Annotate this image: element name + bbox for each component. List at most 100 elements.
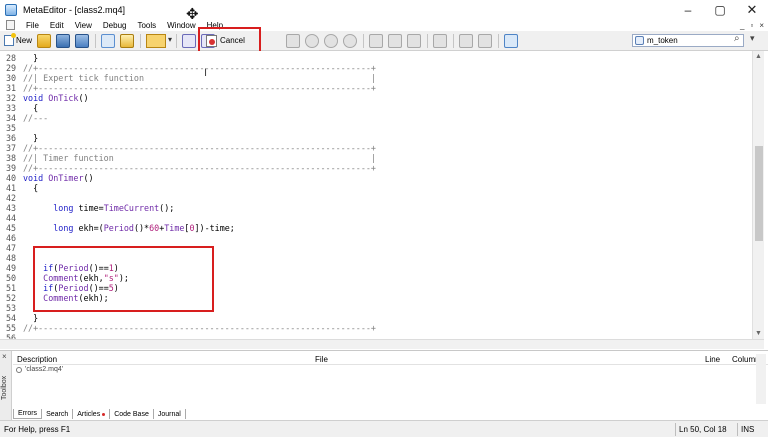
code-line[interactable]: 33 { <box>0 103 752 113</box>
code-text[interactable]: //+-------------------------------------… <box>23 323 376 333</box>
tab-code-base[interactable]: Code Base <box>110 409 154 419</box>
code-line[interactable]: 55 //+-----------------------------------… <box>0 323 752 333</box>
search-icon[interactable]: ⌕ <box>734 33 740 44</box>
doc-close-button[interactable]: × <box>759 21 764 30</box>
code-line[interactable]: 54 } <box>0 313 752 323</box>
new-button[interactable]: New <box>4 33 32 46</box>
step-into-icon[interactable] <box>369 33 384 48</box>
doc-restore-button[interactable]: ▫ <box>750 21 753 30</box>
table-row[interactable]: 'class2.mq4' <box>16 366 63 373</box>
menu-tools[interactable]: Tools <box>137 21 156 30</box>
watch-icon[interactable] <box>478 33 493 48</box>
code-line[interactable]: 32 void OnTick() <box>0 93 752 103</box>
minimize-button[interactable]: – <box>672 0 704 20</box>
code-line[interactable]: 43 long time=TimeCurrent(); <box>0 203 752 213</box>
menu-file[interactable]: File <box>26 21 39 30</box>
code-line[interactable]: 35 <box>0 123 752 133</box>
document-icon[interactable] <box>6 20 15 30</box>
compile-icon[interactable] <box>182 33 197 48</box>
save-icon[interactable] <box>56 33 71 48</box>
search-input[interactable]: m_token <box>647 36 678 45</box>
toolbar-overflow-arrow-icon[interactable]: ▾ <box>750 33 755 44</box>
tab-journal[interactable]: Journal <box>154 409 186 419</box>
tab-articles[interactable]: Articles <box>73 409 111 419</box>
start-debug-icon[interactable] <box>305 33 320 48</box>
code-line[interactable]: 34 //--- <box>0 113 752 123</box>
code-text[interactable]: { <box>23 183 38 193</box>
line-number: 49 <box>6 263 17 273</box>
code-line[interactable]: 40 void OnTimer() <box>0 173 752 183</box>
row-description: 'class2.mq4' <box>25 366 64 373</box>
scrollbar-thumb[interactable] <box>755 146 763 241</box>
menu-view[interactable]: View <box>75 21 92 30</box>
toolbox-scrollbar[interactable] <box>756 354 766 404</box>
toolbox-close-icon[interactable]: × <box>2 352 7 361</box>
code-text[interactable]: { <box>23 103 38 113</box>
column-file[interactable]: File <box>315 355 328 364</box>
menu-edit[interactable]: Edit <box>50 21 64 30</box>
code-line[interactable]: 36 } <box>0 133 752 143</box>
code-text[interactable]: //| Timer function | <box>23 153 376 163</box>
navigator-icon[interactable] <box>101 33 116 48</box>
code-text[interactable]: //| Expert tick function | <box>23 73 376 83</box>
breakpoint-icon[interactable] <box>433 33 448 48</box>
code-line[interactable]: 30 //| Expert tick function | <box>0 73 752 83</box>
tab-errors[interactable]: Errors <box>13 409 43 419</box>
code-text[interactable]: long ekh=(Period()*60+Time[0])-time; <box>23 223 235 233</box>
tab-code-base-label: Code Base <box>114 410 149 418</box>
toolbox-toggle-icon[interactable] <box>120 33 135 48</box>
code-line[interactable]: 31 //+-----------------------------------… <box>0 83 752 93</box>
search-box[interactable]: m_token <box>632 34 744 47</box>
code-text[interactable]: } <box>23 313 38 323</box>
open-folder-icon[interactable] <box>37 33 52 48</box>
maximize-button[interactable]: ▢ <box>704 0 736 20</box>
line-number: 55 <box>6 323 17 333</box>
line-number: 52 <box>6 293 17 303</box>
styler-dropdown-icon[interactable] <box>146 33 172 48</box>
doc-minimize-button[interactable]: _ <box>740 21 744 30</box>
code-text[interactable]: void OnTimer() <box>23 173 94 183</box>
calendar-icon[interactable] <box>504 33 519 48</box>
profile-icon[interactable] <box>459 33 474 48</box>
menu-debug[interactable]: Debug <box>103 21 127 30</box>
save-all-icon[interactable] <box>75 33 90 48</box>
code-text[interactable]: //+-------------------------------------… <box>23 143 376 153</box>
column-line[interactable]: Line <box>705 355 720 364</box>
code-text[interactable]: //+-------------------------------------… <box>23 163 376 173</box>
scroll-down-icon[interactable]: ▼ <box>755 330 762 337</box>
document-controls: _ ▫ × <box>740 19 764 31</box>
line-number: 47 <box>6 243 17 253</box>
scroll-up-icon[interactable]: ▲ <box>755 53 762 60</box>
code-text[interactable]: //+-------------------------------------… <box>23 63 376 73</box>
code-line[interactable]: 38 //| Timer function | <box>0 153 752 163</box>
code-text[interactable]: long time=TimeCurrent(); <box>23 203 174 213</box>
code-text[interactable]: //+-------------------------------------… <box>23 83 376 93</box>
step-out-icon[interactable] <box>407 33 422 48</box>
stop-debug-icon[interactable] <box>343 33 358 48</box>
code-text[interactable]: } <box>23 53 38 63</box>
step-over-icon[interactable] <box>388 33 403 48</box>
code-text[interactable]: } <box>23 133 38 143</box>
line-number: 54 <box>6 313 17 323</box>
code-line[interactable]: 28 } <box>0 53 752 63</box>
code-line[interactable]: 29 //+-----------------------------------… <box>0 63 752 73</box>
code-line[interactable]: 37 //+-----------------------------------… <box>0 143 752 153</box>
code-text[interactable]: void OnTick() <box>23 93 89 103</box>
code-line[interactable]: 45 long ekh=(Period()*60+Time[0])-time; <box>0 223 752 233</box>
tab-search[interactable]: Search <box>42 409 74 419</box>
editor-horizontal-scrollbar[interactable] <box>0 339 764 349</box>
code-line[interactable]: 39 //+-----------------------------------… <box>0 163 752 173</box>
line-number: 42 <box>6 193 17 203</box>
close-button[interactable]: ✕ <box>736 0 768 20</box>
code-line[interactable]: 44 <box>0 213 752 223</box>
pause-debug-icon[interactable] <box>324 33 339 48</box>
column-description[interactable]: Description <box>17 355 57 364</box>
status-divider <box>675 423 676 436</box>
code-line[interactable]: 41 { <box>0 183 752 193</box>
step-back-icon[interactable] <box>286 33 301 48</box>
menu-window[interactable]: Window <box>167 21 195 30</box>
editor-vertical-scrollbar[interactable]: ▲ ▼ <box>752 51 764 339</box>
code-line[interactable]: 46 <box>0 233 752 243</box>
code-line[interactable]: 42 <box>0 193 752 203</box>
code-text[interactable]: //--- <box>23 113 48 123</box>
